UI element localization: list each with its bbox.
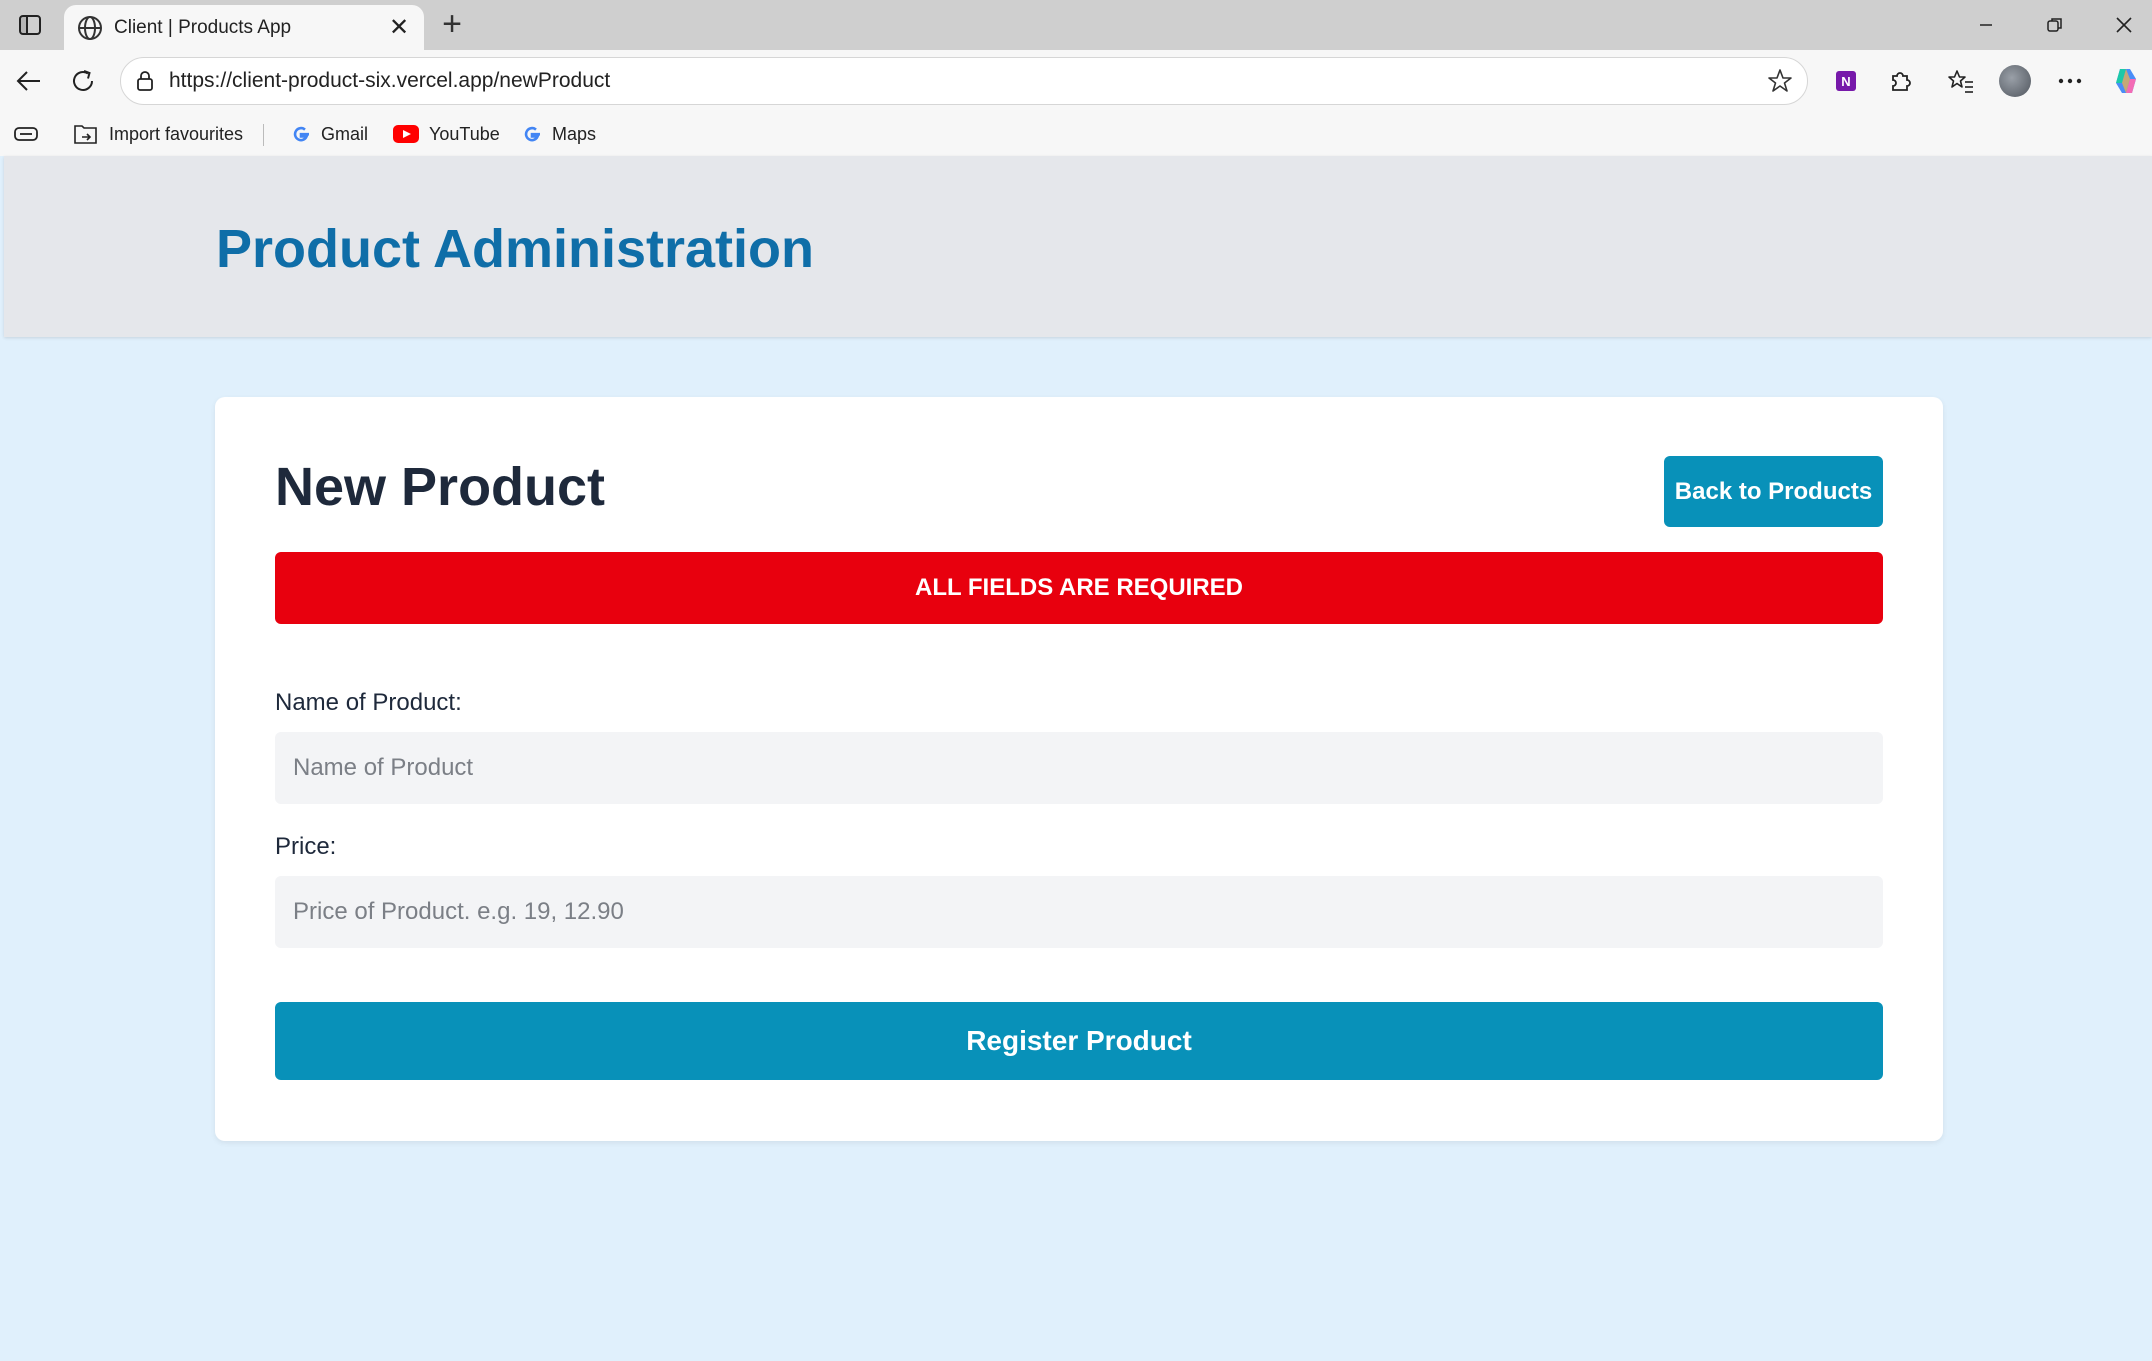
svg-text:N: N bbox=[1841, 74, 1850, 89]
profile-avatar[interactable] bbox=[1997, 63, 2033, 99]
bookmark-maps[interactable]: Maps bbox=[522, 112, 596, 156]
close-icon[interactable]: ✕ bbox=[386, 15, 412, 41]
error-alert: ALL FIELDS ARE REQUIRED bbox=[275, 552, 1883, 624]
star-icon[interactable] bbox=[1767, 68, 1793, 94]
extensions-icon[interactable] bbox=[1882, 63, 1918, 99]
bookmark-divider bbox=[263, 124, 264, 146]
bookmark-gmail[interactable]: Gmail bbox=[291, 112, 368, 156]
price-input[interactable] bbox=[275, 876, 1883, 948]
refresh-icon[interactable] bbox=[65, 63, 101, 99]
bookmark-label: Maps bbox=[552, 123, 597, 144]
bookmark-label: YouTube bbox=[429, 123, 500, 144]
onenote-icon[interactable]: N bbox=[1828, 63, 1864, 99]
youtube-icon bbox=[393, 125, 419, 143]
price-label: Price: bbox=[275, 833, 337, 860]
new-product-card: New Product Back to Products ALL FIELDS … bbox=[215, 397, 1943, 1141]
name-input[interactable] bbox=[275, 732, 1883, 804]
new-tab-icon[interactable]: + bbox=[436, 7, 468, 41]
reading-list-icon[interactable] bbox=[14, 112, 38, 156]
browser-titlebar: Client | Products App ✕ + bbox=[0, 0, 2152, 50]
copilot-icon[interactable] bbox=[2108, 63, 2144, 99]
restore-icon[interactable] bbox=[2035, 10, 2075, 40]
favourites-icon[interactable] bbox=[1943, 63, 1979, 99]
bookmark-label: Gmail bbox=[321, 123, 369, 144]
address-bar[interactable]: https://client-product-six.vercel.app/ne… bbox=[120, 57, 1808, 105]
import-icon bbox=[73, 122, 99, 146]
google-icon bbox=[291, 124, 311, 144]
bookmark-label: Import favourites bbox=[109, 123, 244, 144]
browser-navbar: https://client-product-six.vercel.app/ne… bbox=[0, 50, 2152, 112]
bookmark-youtube[interactable]: YouTube bbox=[393, 112, 500, 156]
page-title: Product Administration bbox=[216, 219, 815, 279]
back-arrow-icon[interactable] bbox=[10, 63, 46, 99]
browser-tab[interactable]: Client | Products App ✕ bbox=[64, 5, 424, 50]
form-title: New Product bbox=[275, 457, 606, 517]
page-header: Product Administration bbox=[4, 156, 2152, 337]
sidebar-toggle-icon[interactable] bbox=[16, 11, 44, 39]
register-product-button[interactable]: Register Product bbox=[275, 1002, 1883, 1080]
url-text[interactable]: https://client-product-six.vercel.app/ne… bbox=[169, 58, 610, 104]
globe-icon bbox=[76, 14, 104, 42]
more-icon[interactable] bbox=[2052, 63, 2088, 99]
bookmark-import-favourites[interactable]: Import favourites bbox=[73, 112, 243, 156]
minimize-icon[interactable] bbox=[1966, 10, 2006, 40]
tab-title: Client | Products App bbox=[114, 17, 292, 38]
lock-icon[interactable] bbox=[133, 69, 157, 93]
name-label: Name of Product: bbox=[275, 689, 462, 716]
bookmarks-bar: Import favourites Gmail YouTube Maps bbox=[0, 112, 2152, 156]
google-icon bbox=[522, 124, 542, 144]
back-to-products-button[interactable]: Back to Products bbox=[1664, 456, 1883, 527]
window-close-icon[interactable] bbox=[2104, 10, 2144, 40]
